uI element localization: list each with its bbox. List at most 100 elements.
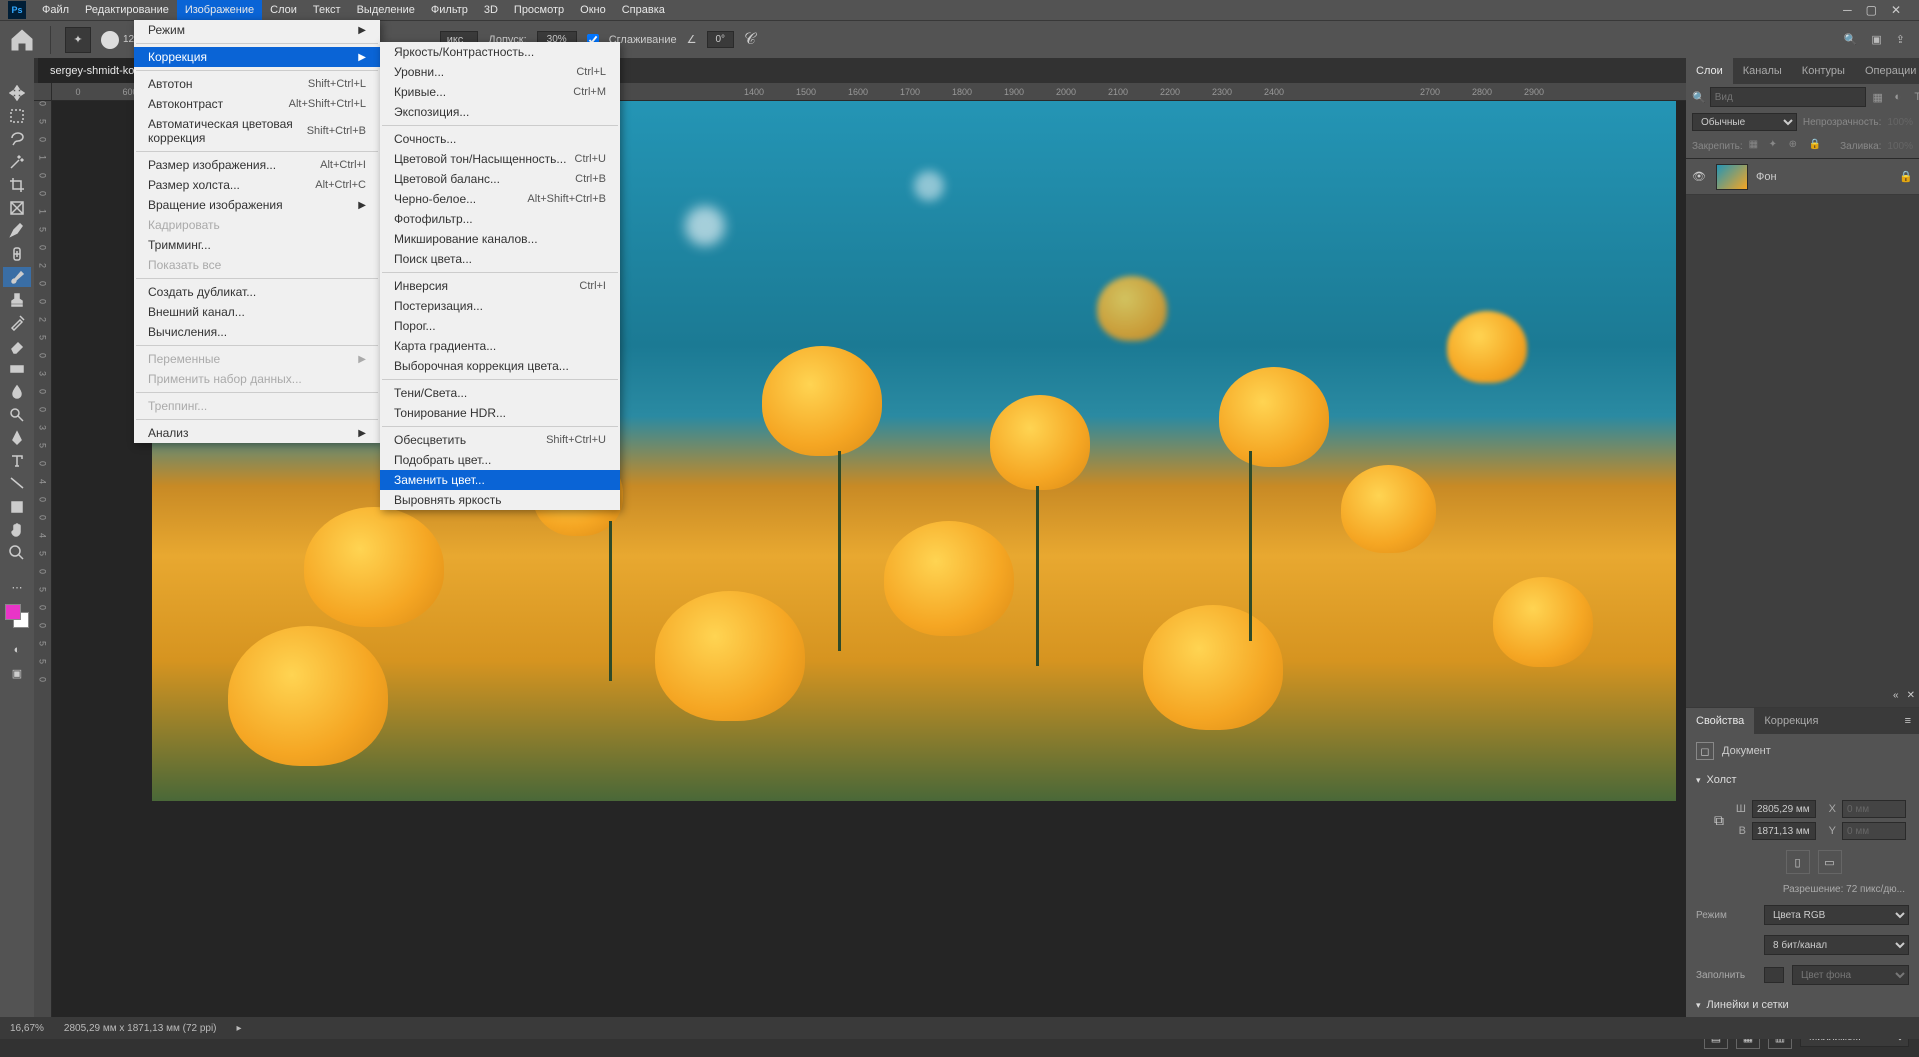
menu-item[interactable]: Тени/Света... (380, 383, 620, 403)
brush-tool[interactable] (3, 267, 31, 287)
menu-просмотр[interactable]: Просмотр (506, 0, 572, 20)
menu-item[interactable]: Размер холста...Alt+Ctrl+C (134, 175, 380, 195)
blend-mode-select[interactable]: Обычные (1692, 113, 1797, 131)
panel-tab[interactable]: Коррекция (1754, 708, 1828, 734)
menu-окно[interactable]: Окно (572, 0, 614, 20)
lock-pixels-icon[interactable]: ▦ (1749, 139, 1763, 153)
menu-изображение[interactable]: Изображение (177, 0, 262, 20)
angle-input[interactable]: 0° (707, 31, 735, 48)
collapse-icon[interactable]: « (1893, 690, 1899, 701)
color-mode-select[interactable]: Цвета RGB (1764, 905, 1909, 925)
close-icon[interactable]: ✕ (1891, 3, 1901, 17)
blur-tool[interactable] (3, 382, 31, 402)
wand-tool[interactable] (3, 152, 31, 172)
menu-item[interactable]: Размер изображения...Alt+Ctrl+I (134, 155, 380, 175)
lock-position-icon[interactable]: ✦ (1769, 139, 1783, 153)
share-icon[interactable]: ⇪ (1896, 33, 1905, 46)
layer-row[interactable]: 👁 Фон 🔒 (1686, 159, 1919, 195)
fill-select[interactable]: Цвет фона (1792, 965, 1909, 985)
menu-справка[interactable]: Справка (614, 0, 673, 20)
eyedropper-tool[interactable] (3, 221, 31, 241)
menu-item[interactable]: Цветовой баланс...Ctrl+B (380, 169, 620, 189)
menu-item[interactable]: ОбесцветитьShift+Ctrl+U (380, 430, 620, 450)
layers-filter-input[interactable] (1710, 87, 1866, 107)
crop-tool[interactable] (3, 175, 31, 195)
menu-слои[interactable]: Слои (262, 0, 305, 20)
menu-текст[interactable]: Текст (305, 0, 349, 20)
gradient-tool[interactable] (3, 359, 31, 379)
menu-item[interactable]: Тримминг... (134, 235, 380, 255)
menu-item[interactable]: Вычисления... (134, 322, 380, 342)
menu-item[interactable]: ИнверсияCtrl+I (380, 276, 620, 296)
document-info[interactable]: 2805,29 мм x 1871,13 мм (72 ppi) (64, 1023, 217, 1034)
close-panel-icon[interactable]: ✕ (1907, 690, 1915, 701)
panel-tab[interactable]: Свойства (1686, 708, 1754, 734)
menu-item[interactable]: Яркость/Контрастность... (380, 42, 620, 62)
menu-item[interactable]: АвтотонShift+Ctrl+L (134, 74, 380, 94)
pressure-icon[interactable]: 𝒞 (744, 31, 756, 49)
brush-preview[interactable] (101, 31, 119, 49)
height-input[interactable] (1752, 822, 1816, 840)
menu-item[interactable]: Постеризация... (380, 296, 620, 316)
panel-tab[interactable]: Слои (1686, 58, 1733, 84)
opacity-value[interactable]: 100% (1887, 117, 1913, 128)
stamp-tool[interactable] (3, 290, 31, 310)
marquee-tool[interactable] (3, 106, 31, 126)
lasso-tool[interactable] (3, 129, 31, 149)
filter-pixel-icon[interactable]: ▦ (1870, 89, 1886, 105)
panel-tab[interactable]: Каналы (1733, 58, 1792, 84)
menu-item[interactable]: Фотофильтр... (380, 209, 620, 229)
menu-item[interactable]: Кривые...Ctrl+M (380, 82, 620, 102)
menu-фильтр[interactable]: Фильтр (423, 0, 476, 20)
width-input[interactable] (1752, 800, 1816, 818)
lock-all-icon[interactable]: 🔒 (1809, 139, 1823, 153)
fill-swatch[interactable] (1764, 967, 1784, 983)
menu-item[interactable]: Внешний канал... (134, 302, 380, 322)
menu-item[interactable]: Подобрать цвет... (380, 450, 620, 470)
orient-portrait-icon[interactable]: ▯ (1786, 850, 1810, 874)
menu-item[interactable]: Поиск цвета... (380, 249, 620, 269)
menu-item[interactable]: Цветовой тон/Насыщенность...Ctrl+U (380, 149, 620, 169)
bit-depth-select[interactable]: 8 бит/канал (1764, 935, 1909, 955)
menu-item[interactable]: Коррекция▶ (134, 47, 380, 67)
dodge-tool[interactable] (3, 405, 31, 425)
panel-tab[interactable]: Контуры (1792, 58, 1855, 84)
orient-landscape-icon[interactable]: ▭ (1818, 850, 1842, 874)
menu-3d[interactable]: 3D (476, 0, 506, 20)
pen-tool[interactable] (3, 428, 31, 448)
menu-item[interactable]: Уровни...Ctrl+L (380, 62, 620, 82)
quickmask-tool[interactable]: ◐ (3, 640, 31, 660)
fill-value[interactable]: 100% (1887, 141, 1913, 152)
props-menu-icon[interactable]: ≡ (1897, 708, 1919, 734)
info-arrow-icon[interactable]: ▸ (237, 1023, 242, 1034)
menu-item[interactable]: Вращение изображения▶ (134, 195, 380, 215)
layer-lock-icon[interactable]: 🔒 (1899, 170, 1913, 183)
lock-artboard-icon[interactable]: ⊕ (1789, 139, 1803, 153)
canvas-section[interactable]: Холст (1696, 770, 1909, 790)
panel-tab[interactable]: Операции (1855, 58, 1919, 84)
menu-item[interactable]: Порог... (380, 316, 620, 336)
menu-item[interactable]: Выборочная коррекция цвета... (380, 356, 620, 376)
type-tool[interactable] (3, 451, 31, 471)
search-icon[interactable]: 🔍 (1844, 33, 1858, 46)
menu-item[interactable]: Тонирование HDR... (380, 403, 620, 423)
filter-type-icon[interactable]: T (1910, 89, 1919, 105)
screenmode-tool[interactable]: ▣ (3, 663, 31, 683)
menu-item[interactable]: АвтоконтрастAlt+Shift+Ctrl+L (134, 94, 380, 114)
rulers-section[interactable]: Линейки и сетки (1696, 995, 1909, 1015)
eraser-tool[interactable] (3, 336, 31, 356)
layer-thumbnail[interactable] (1716, 164, 1748, 190)
menu-item[interactable]: Автоматическая цветовая коррекцияShift+C… (134, 114, 380, 148)
shape-tool[interactable] (3, 497, 31, 517)
hand-tool[interactable] (3, 520, 31, 540)
menu-item[interactable]: Выровнять яркость (380, 490, 620, 510)
menu-файл[interactable]: Файл (34, 0, 77, 20)
workspace-icon[interactable]: ▣ (1871, 33, 1881, 46)
edit-toolbar[interactable]: ⋯ (3, 577, 31, 597)
history-brush-tool[interactable] (3, 313, 31, 333)
menu-item[interactable]: Карта градиента... (380, 336, 620, 356)
path-tool[interactable] (3, 474, 31, 494)
healing-tool[interactable] (3, 244, 31, 264)
maximize-icon[interactable]: ▢ (1866, 3, 1877, 17)
tool-preset[interactable]: ✦ (65, 27, 91, 53)
